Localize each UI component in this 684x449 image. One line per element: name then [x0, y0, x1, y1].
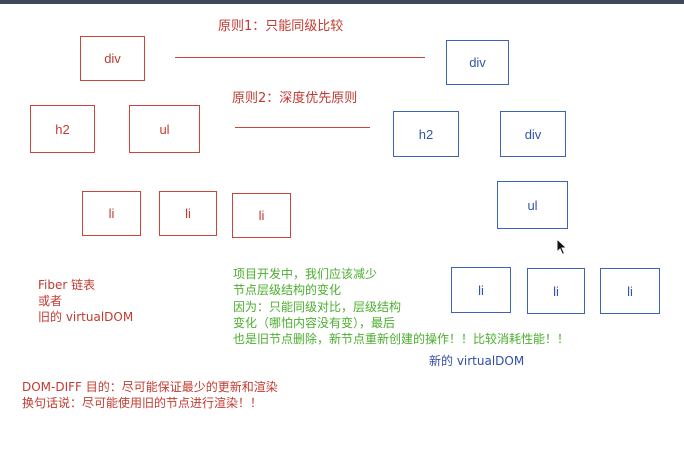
new-tree-div-node: div — [446, 40, 509, 85]
project-note-line-4: 变化（哪怕内容没有变），最后 — [233, 316, 396, 330]
new-tree-li-node-3: li — [600, 268, 660, 314]
new-tree-h2-node: h2 — [393, 111, 459, 157]
new-tree-li-node-1: li — [451, 267, 511, 313]
dom-diff-note-line-2: 换句话说：尽可能使用旧的节点进行渲染！！ — [22, 396, 263, 410]
old-caption-line-2: 或者 — [38, 294, 63, 308]
old-tree-li-node-1: li — [82, 191, 141, 236]
old-tree-h2-node: h2 — [30, 105, 95, 153]
project-note-line-3: 因为：只能同级对比，层级结构 — [233, 300, 402, 314]
principle-2-text: 原则2：深度优先原则 — [232, 91, 358, 106]
old-caption-line-1: Fiber 链表 — [38, 278, 96, 292]
principle-2-line — [235, 127, 370, 128]
project-note-line-5: 也是旧节点删除，新节点重新创建的操作！！比较消耗性能！！ — [233, 332, 570, 346]
window-top-bar — [0, 0, 684, 4]
principle-1-line — [175, 57, 425, 58]
mouse-pointer-icon — [556, 238, 568, 256]
old-tree-li-node-3: li — [232, 193, 291, 238]
new-tree-div-child-node: div — [500, 111, 566, 157]
old-tree-div-node: div — [80, 36, 145, 81]
new-tree-li-node-2: li — [527, 268, 585, 314]
old-tree-ul-node: ul — [129, 105, 200, 153]
old-tree-li-node-2: li — [159, 191, 217, 236]
principle-1-text: 原则1：只能同级比较 — [218, 19, 344, 34]
old-caption-line-3: 旧的 virtualDOM — [38, 310, 134, 324]
new-tree-caption: 新的 virtualDOM — [429, 354, 525, 368]
new-tree-ul-node: ul — [497, 181, 568, 229]
project-note-line-1: 项目开发中，我们应该减少 — [233, 267, 378, 281]
dom-diff-note-line-1: DOM-DIFF 目的：尽可能保证最少的更新和渲染 — [22, 380, 278, 394]
project-note-line-2: 节点层级结构的变化 — [233, 283, 342, 297]
